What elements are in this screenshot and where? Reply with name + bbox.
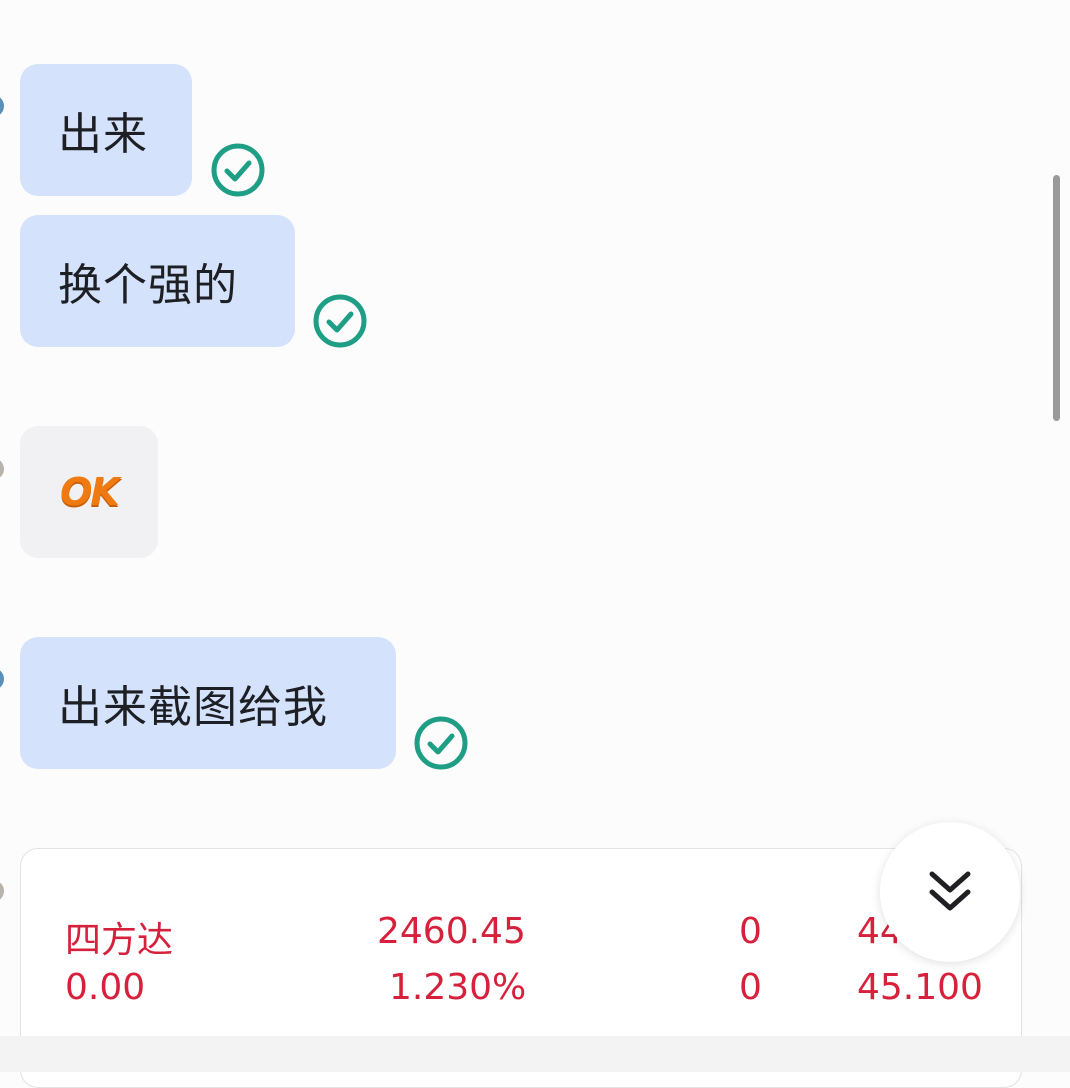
bottom-input-area [0,1036,1070,1072]
stock-index-value: 2460.45 [377,911,526,952]
avatar[interactable] [0,458,4,480]
stock-volume: 0 [739,911,762,952]
stock-name: 四方达 [65,920,174,961]
avatar[interactable] [0,880,4,902]
avatar[interactable] [0,668,4,690]
message-bubble-1[interactable]: 出来 [20,64,192,196]
double-chevron-down-icon [929,871,971,911]
message-text: 换个强的 [58,260,238,311]
message-bubble-2[interactable]: 换个强的 [20,215,295,347]
stock-change: 0.00 [65,967,146,1008]
stock-volume-2: 0 [739,967,762,1008]
check-circle-icon [211,143,265,197]
check-circle-icon [414,716,468,770]
scroll-to-bottom-button[interactable] [880,822,1020,962]
stock-price-2: 45.100 [857,967,983,1008]
check-circle-icon [313,294,367,348]
message-text: 出来截图给我 [58,682,328,733]
ok-sticker: OK [60,470,120,514]
stock-change-percent: 1.230% [389,967,527,1008]
message-text: 出来 [58,109,148,160]
sticker-message[interactable]: OK [20,426,158,558]
message-bubble-4[interactable]: 出来截图给我 [20,637,396,769]
avatar[interactable] [0,95,4,117]
scrollbar[interactable] [1053,175,1060,421]
